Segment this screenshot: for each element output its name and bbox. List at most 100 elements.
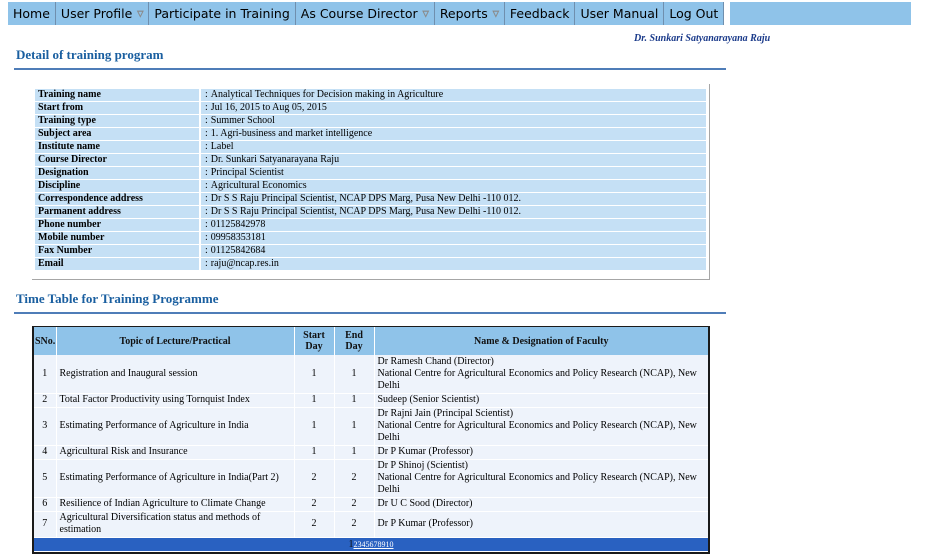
menu-item-as-course-director[interactable]: As Course Director ▽ xyxy=(296,2,435,25)
detail-value: Principal Scientist xyxy=(207,167,706,179)
faculty-line: Dr P Shinoj (Scientist) xyxy=(377,460,468,471)
row-end-day: 2 xyxy=(334,511,375,538)
timetable-row: 5 Estimating Performance of Agriculture i… xyxy=(34,459,708,498)
detail-value: Analytical Techniques for Decision makin… xyxy=(207,89,706,101)
row-sno: 3 xyxy=(34,407,57,446)
header-faculty: Name & Designation of Faculty xyxy=(374,327,708,355)
triangle-down-icon: ▽ xyxy=(422,9,429,19)
detail-row: Correspondence address: Dr S S Raju Princ… xyxy=(35,193,706,205)
row-start-day: 1 xyxy=(294,393,335,408)
faculty-line: Dr Rajni Jain (Principal Scientist) xyxy=(377,408,514,419)
row-sno: 5 xyxy=(34,459,57,498)
detail-separator: : xyxy=(199,258,208,270)
row-start-day: 1 xyxy=(294,355,335,394)
training-detail-table: Training name: Analytical Techniques for … xyxy=(35,88,706,271)
menu-item-feedback[interactable]: Feedback xyxy=(505,2,576,25)
menu-item-user-profile[interactable]: User Profile ▽ xyxy=(56,2,150,25)
row-sno: 6 xyxy=(34,497,57,512)
menu-bar-filler xyxy=(730,2,911,25)
detail-separator: : xyxy=(199,232,208,244)
pager-row: 12345678910 xyxy=(34,537,708,552)
row-faculty: Dr U C Sood (Director) xyxy=(374,497,708,512)
logged-in-user-name: Dr. Sunkari Satyanarayana Raju xyxy=(634,33,771,44)
faculty-line: Dr P Kumar (Professor) xyxy=(377,518,473,529)
row-faculty: Dr P Shinoj (Scientist) National Centre f… xyxy=(374,459,708,498)
row-start-day: 1 xyxy=(294,407,335,446)
timetable-grid: SNo. Topic of Lecture/Practical Start Day… xyxy=(32,326,710,554)
detail-value: Dr S S Raju Principal Scientist, NCAP DP… xyxy=(207,206,706,218)
detail-row: Subject area:1. Agri-business and market… xyxy=(35,128,706,140)
row-end-day: 2 xyxy=(334,459,375,498)
header-start-day-line2: Day xyxy=(305,341,323,352)
header-start-day: Start Day xyxy=(294,327,335,355)
header-start-day-line1: Start xyxy=(303,330,325,341)
detail-row: Training type: Summer School xyxy=(35,115,706,127)
timetable-section-title: Time Table for Training Programme xyxy=(16,291,219,306)
detail-value: 1. Agri-business and market intelligence xyxy=(207,128,706,140)
detail-value: Dr S S Raju Principal Scientist, NCAP DP… xyxy=(207,193,706,205)
menu-item-log-out[interactable]: Log Out xyxy=(664,2,725,25)
timetable-row: 4 Agricultural Risk and Insurance 1 1 Dr P K… xyxy=(34,445,708,460)
row-topic: Resilience of Indian Agriculture to Clim… xyxy=(56,497,295,512)
detail-label: Parmanent address xyxy=(35,206,199,218)
pager-page-link[interactable]: 10 xyxy=(386,540,394,549)
detail-label: Discipline xyxy=(35,180,199,192)
timetable-row: 3 Estimating Performance of Agriculture i… xyxy=(34,407,708,446)
header-sno: SNo. xyxy=(34,327,57,355)
row-topic: Registration and Inaugural session xyxy=(56,355,295,394)
detail-separator: : xyxy=(199,115,208,127)
detail-row: Phone number:01125842978 xyxy=(35,219,706,231)
timetable-row: 2 Total Factor Productivity using Tornqui… xyxy=(34,393,708,408)
detail-value: 01125842978 xyxy=(207,219,706,231)
menu-item-home[interactable]: Home xyxy=(8,2,56,25)
detail-row: Parmanent address: Dr S S Raju Principal … xyxy=(35,206,706,218)
faculty-line: National Centre for Agricultural Economi… xyxy=(377,420,697,443)
menu-item-label: Log Out xyxy=(669,6,719,21)
timetable-row: 6 Resilience of Indian Agriculture to Cli… xyxy=(34,497,708,512)
detail-label: Email xyxy=(35,258,199,270)
detail-row: Fax Number:01125842684 xyxy=(35,245,706,257)
detail-value: Label xyxy=(207,141,706,153)
row-sno: 1 xyxy=(34,355,57,394)
row-end-day: 1 xyxy=(334,445,375,460)
menu-item-user-manual[interactable]: User Manual xyxy=(575,2,665,25)
detail-row: Mobile number:09958353181 xyxy=(35,232,706,244)
detail-row: Training name: Analytical Techniques for … xyxy=(35,89,706,101)
detail-label: Fax Number xyxy=(35,245,199,257)
detail-separator: : xyxy=(199,102,208,114)
timetable-row: 1 Registration and Inaugural session 1 1 Dr … xyxy=(34,355,708,394)
detail-label: Training name xyxy=(35,89,199,101)
triangle-down-icon: ▽ xyxy=(137,9,144,19)
row-sno: 4 xyxy=(34,445,57,460)
timetable-header-row: SNo. Topic of Lecture/Practical Start Day… xyxy=(34,327,708,355)
menu-item-label: Reports xyxy=(439,6,488,21)
detail-value: 09958353181 xyxy=(207,232,706,244)
timetable-row: 7 Agricultural Diversification status and… xyxy=(34,511,708,538)
row-sno: 7 xyxy=(34,511,57,538)
detail-separator: : xyxy=(199,154,208,166)
triangle-down-icon: ▽ xyxy=(492,9,499,19)
detail-row: Discipline: Agricultural Economics xyxy=(35,180,706,192)
menu-item-reports[interactable]: Reports ▽ xyxy=(435,2,505,25)
detail-row: Course Director: Dr. Sunkari Satyanarayan… xyxy=(35,154,706,166)
detail-separator: : xyxy=(199,89,208,101)
row-topic: Estimating Performance of Agriculture in… xyxy=(56,459,295,498)
row-faculty: Dr Ramesh Chand (Director) National Centr… xyxy=(374,355,708,394)
pager: 12345678910 xyxy=(34,537,708,552)
faculty-line: Sudeep (Senior Scientist) xyxy=(377,394,480,405)
row-topic: Agricultural Diversification status and … xyxy=(56,511,295,538)
detail-separator: : xyxy=(199,128,208,140)
menu-item-label: As Course Director xyxy=(300,6,418,21)
detail-label: Phone number xyxy=(35,219,199,231)
menu-item-participate-in-training[interactable]: Participate in Training xyxy=(149,2,296,25)
detail-label: Correspondence address xyxy=(35,193,199,205)
row-end-day: 1 xyxy=(334,407,375,446)
row-start-day: 2 xyxy=(294,459,335,498)
detail-value: Jul 16, 2015 to Aug 05, 2015 xyxy=(207,102,706,114)
header-end-day: End Day xyxy=(334,327,375,355)
row-faculty: Sudeep (Senior Scientist) xyxy=(374,393,708,408)
menu-item-label: User Profile xyxy=(60,6,133,21)
detail-separator: : xyxy=(199,206,208,218)
detail-value: 01125842684 xyxy=(207,245,706,257)
row-start-day: 1 xyxy=(294,445,335,460)
